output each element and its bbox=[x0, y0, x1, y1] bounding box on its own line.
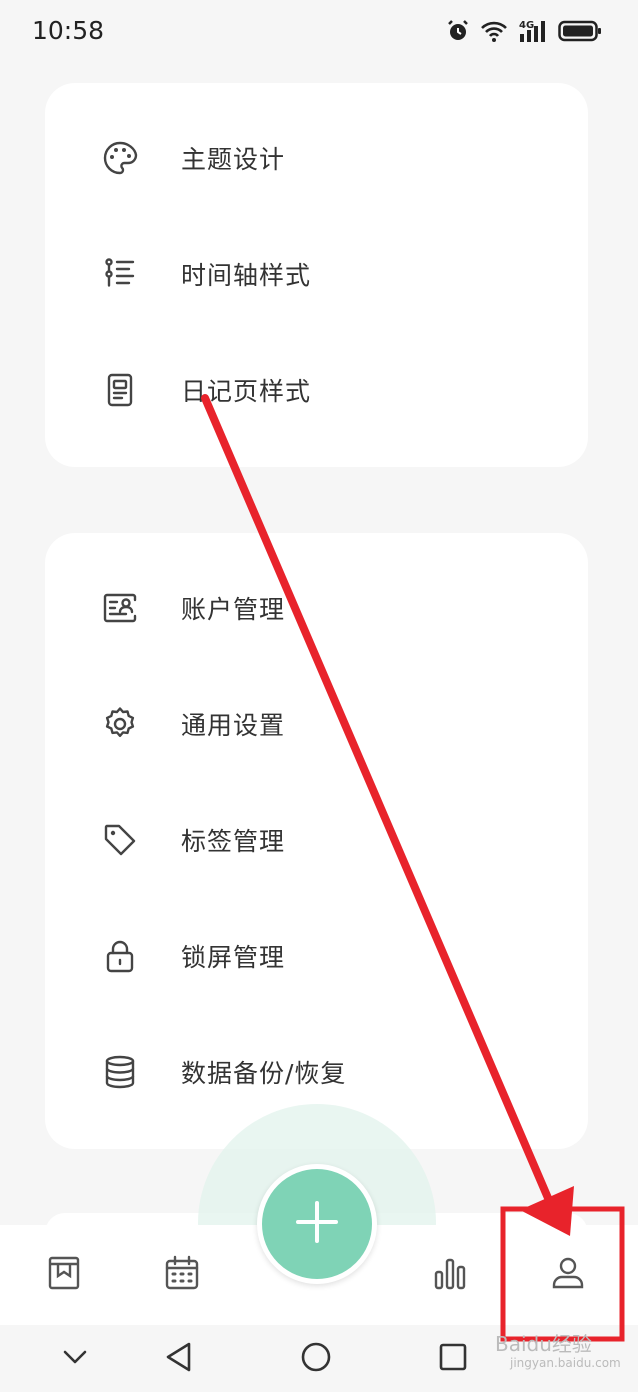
calendar-icon bbox=[164, 1255, 200, 1295]
4g-signal-icon: 4G bbox=[518, 18, 548, 44]
tag-icon bbox=[101, 821, 139, 859]
menu-item-diary-page-style[interactable]: 日记页样式 bbox=[45, 350, 588, 430]
menu-label: 时间轴样式 bbox=[181, 261, 312, 290]
menu-label: 通用设置 bbox=[181, 711, 286, 740]
wifi-icon bbox=[480, 19, 508, 43]
tab-profile[interactable] bbox=[548, 1255, 588, 1295]
alarm-icon bbox=[446, 19, 470, 43]
watermark-url: jingyan.baidu.com bbox=[510, 1356, 621, 1370]
account-card-icon bbox=[101, 589, 139, 627]
menu-item-theme-design[interactable]: 主题设计 bbox=[45, 118, 588, 198]
menu-label: 账户管理 bbox=[181, 595, 286, 624]
recents-button[interactable] bbox=[435, 1341, 471, 1377]
menu-label: 标签管理 bbox=[181, 827, 286, 856]
status-bar: 10:58 4G bbox=[0, 0, 638, 66]
back-triangle-icon bbox=[164, 1341, 194, 1377]
menu-label: 数据备份/恢复 bbox=[181, 1059, 347, 1088]
menu-item-lock-screen[interactable]: 锁屏管理 bbox=[45, 916, 588, 996]
add-entry-button[interactable] bbox=[257, 1164, 377, 1284]
status-icons: 4G bbox=[446, 18, 602, 44]
menu-item-data-backup[interactable]: 数据备份/恢复 bbox=[45, 1032, 588, 1112]
appearance-settings-card: 主题设计 时间轴样式 日记页样式 bbox=[45, 83, 588, 467]
menu-label: 锁屏管理 bbox=[181, 943, 286, 972]
network-label: 4G bbox=[519, 20, 534, 31]
menu-label: 日记页样式 bbox=[181, 377, 312, 406]
tab-statistics[interactable] bbox=[430, 1255, 470, 1295]
status-time: 10:58 bbox=[32, 16, 105, 45]
timeline-list-icon bbox=[101, 255, 139, 293]
diary-book-icon bbox=[47, 1255, 81, 1295]
document-page-icon bbox=[101, 371, 139, 409]
gear-icon bbox=[101, 705, 139, 743]
palette-icon bbox=[101, 139, 139, 177]
tab-calendar[interactable] bbox=[162, 1255, 202, 1295]
recents-square-icon bbox=[438, 1342, 468, 1376]
database-icon bbox=[101, 1053, 139, 1091]
menu-label: 主题设计 bbox=[181, 145, 286, 174]
menu-item-account-management[interactable]: 账户管理 bbox=[45, 568, 588, 648]
collapse-button[interactable] bbox=[57, 1341, 93, 1377]
home-circle-icon bbox=[300, 1341, 332, 1377]
tab-diary[interactable] bbox=[44, 1255, 84, 1295]
back-button[interactable] bbox=[161, 1341, 197, 1377]
battery-icon bbox=[558, 19, 602, 43]
home-button[interactable] bbox=[298, 1341, 334, 1377]
watermark: Baidu经验 bbox=[495, 1332, 592, 1356]
menu-item-tag-management[interactable]: 标签管理 bbox=[45, 800, 588, 880]
profile-icon bbox=[550, 1255, 586, 1295]
menu-item-general-settings[interactable]: 通用设置 bbox=[45, 684, 588, 764]
stats-bar-icon bbox=[432, 1255, 468, 1295]
general-settings-card: 账户管理 通用设置 标签管理 锁屏管理 数据备份/恢复 bbox=[45, 533, 588, 1149]
menu-item-timeline-style[interactable]: 时间轴样式 bbox=[45, 234, 588, 314]
lock-icon bbox=[101, 937, 139, 975]
add-icon bbox=[294, 1199, 340, 1249]
chevron-down-icon bbox=[61, 1347, 89, 1371]
